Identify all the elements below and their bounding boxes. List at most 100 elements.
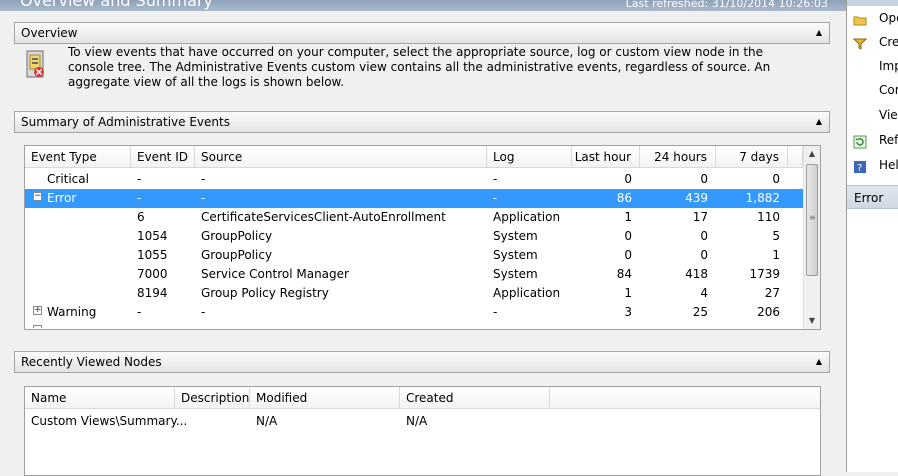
cell-d7: 110	[757, 210, 780, 224]
action-item-label: Refr	[879, 133, 898, 147]
action-item[interactable]: Imp	[847, 55, 898, 78]
action-item[interactable]: ? Hel	[847, 154, 898, 177]
cell-h24: 0	[700, 172, 708, 186]
cell-d7: 1,882	[745, 191, 780, 205]
cell-h24: 418	[685, 267, 708, 281]
cell-d7: 5	[772, 229, 780, 243]
column-header-log[interactable]: Log	[487, 146, 572, 168]
overview-section-title: Overview	[21, 26, 78, 40]
collapse-overview-icon[interactable]: ▲	[813, 27, 825, 39]
last-refreshed: Last refreshed: 31/10/2014 10:26:03	[625, 0, 828, 10]
column-header-h24[interactable]: 24 hours	[640, 146, 716, 168]
cell-event-id: -	[137, 172, 142, 186]
cell-h24: 17	[692, 210, 708, 224]
table-row[interactable]: 1055 GroupPolicy System 0 0 1	[25, 246, 803, 265]
cell-h24: 25	[692, 305, 708, 319]
cell-source: Group Policy Registry	[201, 286, 329, 300]
column-header-created[interactable]: Created	[400, 387, 550, 409]
scroll-thumb[interactable]: ≡	[806, 164, 818, 276]
action-item[interactable]: Refr	[847, 129, 898, 152]
scroll-down-icon[interactable]: ▼	[804, 313, 820, 329]
recent-section-title: Recently Viewed Nodes	[21, 355, 162, 369]
table-row[interactable]: Critical - - - 0 0 0	[25, 170, 803, 189]
action-item[interactable]: Ope	[847, 7, 898, 30]
cell-event-id: 1054	[137, 229, 168, 243]
cell-log: System	[493, 248, 538, 262]
cell-h24: 439	[685, 191, 708, 205]
recent-section-header[interactable]: Recently Viewed Nodes ▲	[14, 351, 830, 373]
cell-source: -	[201, 172, 206, 186]
cell-d7: 27	[764, 286, 780, 300]
action-item[interactable]: Cor	[847, 79, 898, 102]
list-item[interactable]: Custom Views\Summary... N/A N/A	[25, 412, 803, 431]
column-header-modified[interactable]: Modified	[250, 387, 400, 409]
overview-section-header[interactable]: Overview ▲	[14, 22, 830, 44]
table-row[interactable]: 6 CertificateServicesClient-AutoEnrollmen…	[25, 208, 803, 227]
folder-open-icon	[853, 12, 867, 26]
expand-plus-icon[interactable]: +	[33, 306, 42, 315]
cell-type: Critical	[47, 172, 89, 186]
cell-d7: 0	[772, 172, 780, 186]
summary-section-title: Summary of Administrative Events	[21, 115, 230, 129]
table-row[interactable]: Warning - - - 3 25 206 +	[25, 303, 803, 322]
cell-event-id: 7000	[137, 267, 168, 281]
cell-name: Custom Views\Summary...	[31, 414, 188, 428]
actions-pane: Ope Cre Imp Cor View Refr ? Hel Error	[846, 0, 898, 472]
column-header-type[interactable]: Event Type	[25, 146, 131, 168]
action-item-label: Imp	[879, 59, 898, 73]
column-header-last-hour[interactable]: Last hour	[572, 146, 640, 168]
action-item[interactable]: View	[847, 104, 898, 127]
cell-event-id: -	[137, 191, 142, 205]
action-item[interactable]: Cre	[847, 31, 898, 54]
cell-last-hour: 1	[624, 210, 632, 224]
collapse-minus-icon[interactable]: −	[33, 192, 42, 201]
table-row[interactable]: 7000 Service Control Manager System 84 418 17…	[25, 265, 803, 284]
cell-last-hour: 84	[616, 267, 632, 281]
summary-section-header[interactable]: Summary of Administrative Events ▲	[14, 111, 830, 133]
cell-source: CertificateServicesClient-AutoEnrollment	[201, 210, 446, 224]
svg-text:?: ?	[857, 163, 862, 174]
table-row[interactable]: 1054 GroupPolicy System 0 0 5	[25, 227, 803, 246]
help-icon: ?	[853, 159, 867, 174]
cell-last-hour: 0	[624, 248, 632, 262]
cell-last-hour: 3	[624, 305, 632, 319]
cell-log: System	[493, 229, 538, 243]
cell-event-id: 8194	[137, 286, 168, 300]
table-row[interactable]: 8194 Group Policy Registry Application 1 4 27	[25, 284, 803, 303]
table-row-selected[interactable]: Error - - - 86 439 1,882 −	[25, 189, 803, 208]
summary-scrollbar[interactable]: ▲ ≡ ▼	[803, 146, 820, 329]
column-header-name[interactable]: Name	[25, 387, 175, 409]
overview-description: To view events that have occurred on you…	[68, 45, 771, 89]
cell-event-id: -	[137, 305, 142, 319]
column-header-filler	[788, 146, 803, 168]
column-header-description[interactable]: Description	[175, 387, 250, 409]
page-title: Overview and Summary	[20, 0, 213, 10]
cell-modified: N/A	[256, 414, 278, 428]
column-header-source[interactable]: Source	[195, 146, 487, 168]
cell-source: GroupPolicy	[201, 229, 273, 243]
action-item-label: Ope	[879, 11, 898, 25]
action-item-label: View	[879, 108, 898, 122]
collapse-recent-icon[interactable]: ▲	[813, 356, 825, 368]
event-viewer-icon	[26, 50, 44, 78]
cell-d7: 1	[772, 248, 780, 262]
column-header-filler	[550, 387, 820, 409]
cell-event-id: 6	[137, 210, 145, 224]
overview-panel: Overview ▲ To view events that have occu…	[0, 11, 846, 476]
expand-plus-icon[interactable]	[33, 325, 42, 328]
cell-source: Service Control Manager	[201, 267, 349, 281]
cell-source: -	[201, 191, 206, 205]
cell-log: -	[493, 191, 498, 205]
cell-type: Warning	[47, 305, 97, 319]
actions-group-error[interactable]: Error	[847, 185, 898, 209]
collapse-summary-icon[interactable]: ▲	[813, 116, 825, 128]
overview-body: To view events that have occurred on you…	[14, 44, 830, 102]
summary-table: Event Type Event ID Source Log Last hour 24 h…	[24, 145, 821, 330]
cell-source: -	[201, 305, 206, 319]
table-row-partial[interactable]	[25, 322, 803, 328]
scroll-up-icon[interactable]: ▲	[804, 146, 820, 162]
column-header-event-id[interactable]: Event ID	[131, 146, 195, 168]
column-header-d7[interactable]: 7 days	[716, 146, 788, 168]
action-item-label: Cor	[879, 83, 898, 97]
cell-last-hour: 0	[624, 172, 632, 186]
